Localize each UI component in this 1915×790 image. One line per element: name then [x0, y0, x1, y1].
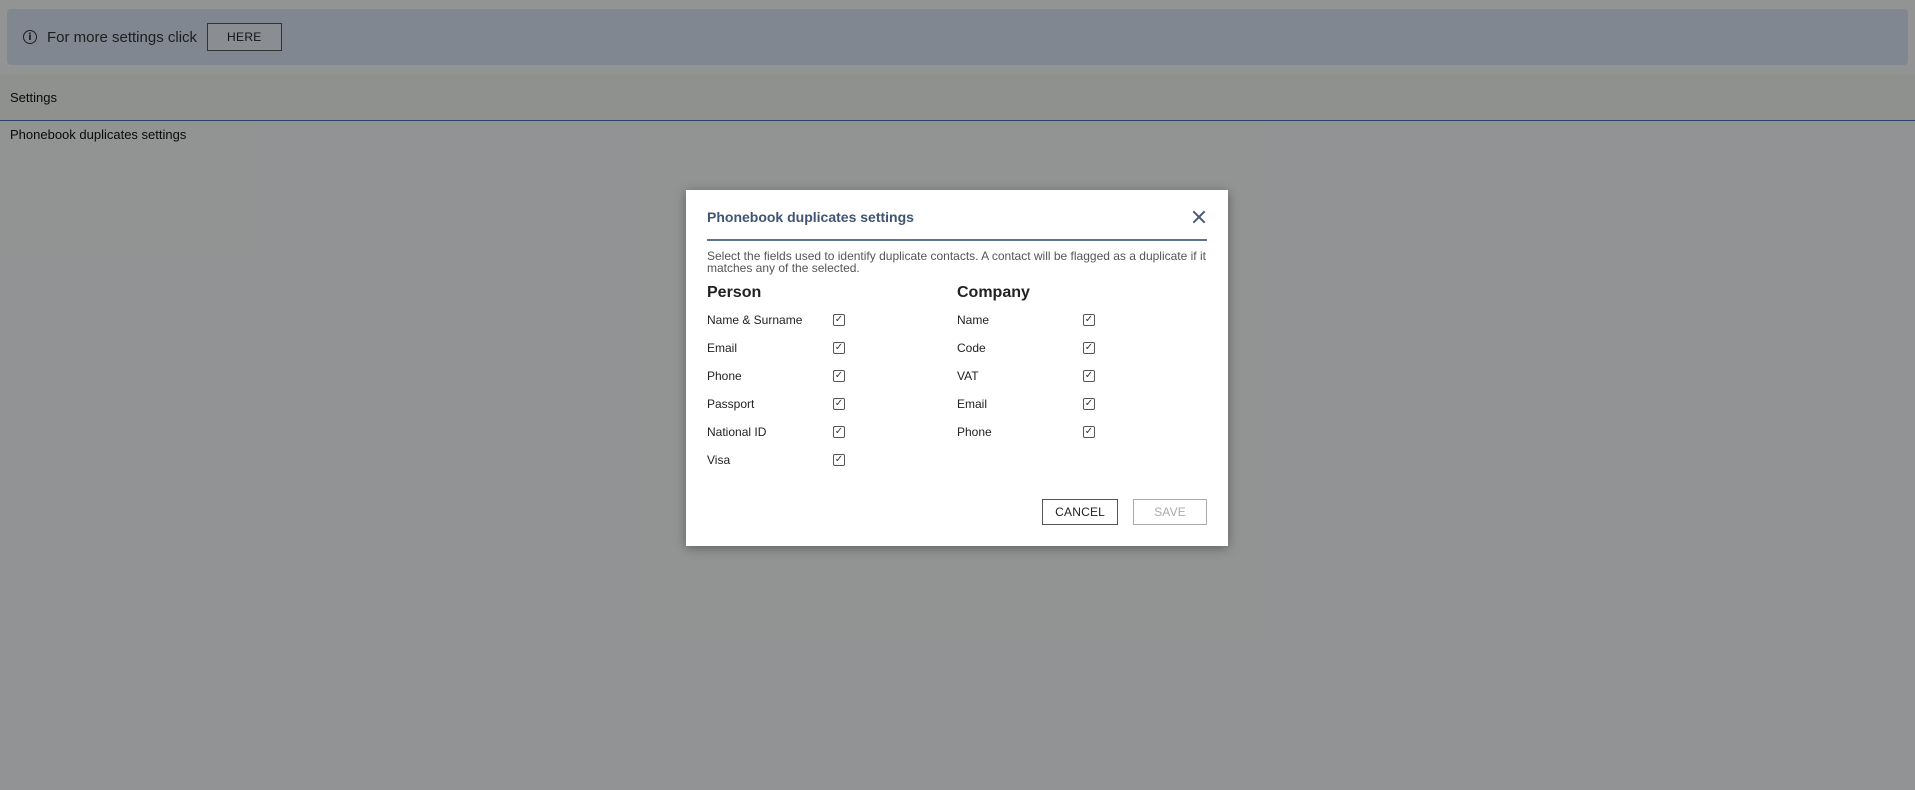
- save-button[interactable]: SAVE: [1133, 499, 1207, 525]
- field-label: Passport: [707, 397, 755, 411]
- field-label: Code: [957, 341, 986, 355]
- company-field-row: Name ✓: [957, 306, 1207, 334]
- checkbox[interactable]: ✓: [1083, 370, 1095, 382]
- checkbox[interactable]: ✓: [1083, 426, 1095, 438]
- dialog-description: Select the fields used to identify dupli…: [707, 249, 1206, 275]
- checkbox[interactable]: ✓: [1083, 398, 1095, 410]
- dialog-header: Phonebook duplicates settings: [707, 190, 1207, 241]
- cancel-button[interactable]: CANCEL: [1042, 499, 1119, 525]
- field-label: Email: [707, 341, 738, 355]
- company-field-row: Email ✓: [957, 390, 1207, 418]
- person-field-row: Name & Surname ✓: [707, 306, 957, 334]
- person-field-row: Passport ✓: [707, 390, 957, 418]
- company-field-row: VAT ✓: [957, 362, 1207, 390]
- company-field-row: Phone ✓: [957, 418, 1207, 446]
- person-title: Person: [707, 284, 762, 301]
- field-label: VAT: [957, 369, 979, 383]
- person-field-row: National ID ✓: [707, 418, 957, 446]
- checkbox[interactable]: ✓: [833, 454, 845, 466]
- close-icon[interactable]: [1192, 210, 1206, 224]
- checkbox[interactable]: ✓: [833, 398, 845, 410]
- checkbox[interactable]: ✓: [1083, 342, 1095, 354]
- field-label: Visa: [707, 453, 731, 467]
- field-label: Phone: [957, 425, 992, 439]
- person-field-row: Email ✓: [707, 334, 957, 362]
- company-column: Company Name ✓ Code ✓ VAT ✓ Email ✓ Phon…: [957, 284, 1207, 474]
- checkbox[interactable]: ✓: [833, 314, 845, 326]
- field-columns: Person Name & Surname ✓ Email ✓ Phone ✓ …: [707, 284, 1207, 474]
- person-field-row: Visa ✓: [707, 446, 957, 474]
- company-title: Company: [957, 284, 1030, 301]
- person-column: Person Name & Surname ✓ Email ✓ Phone ✓ …: [707, 284, 957, 474]
- dialog-title: Phonebook duplicates settings: [707, 208, 914, 225]
- field-label: Name & Surname: [707, 313, 803, 327]
- field-label: Phone: [707, 369, 742, 383]
- field-label: Name: [957, 313, 990, 327]
- company-field-row: Code ✓: [957, 334, 1207, 362]
- field-label: National ID: [707, 425, 767, 439]
- checkbox[interactable]: ✓: [1083, 314, 1095, 326]
- checkbox[interactable]: ✓: [833, 426, 845, 438]
- field-label: Email: [957, 397, 988, 411]
- dialog-footer: CANCEL SAVE: [1042, 499, 1207, 525]
- checkbox[interactable]: ✓: [833, 342, 845, 354]
- phonebook-duplicates-dialog: Phonebook duplicates settings Select the…: [686, 190, 1228, 546]
- checkbox[interactable]: ✓: [833, 370, 845, 382]
- person-field-row: Phone ✓: [707, 362, 957, 390]
